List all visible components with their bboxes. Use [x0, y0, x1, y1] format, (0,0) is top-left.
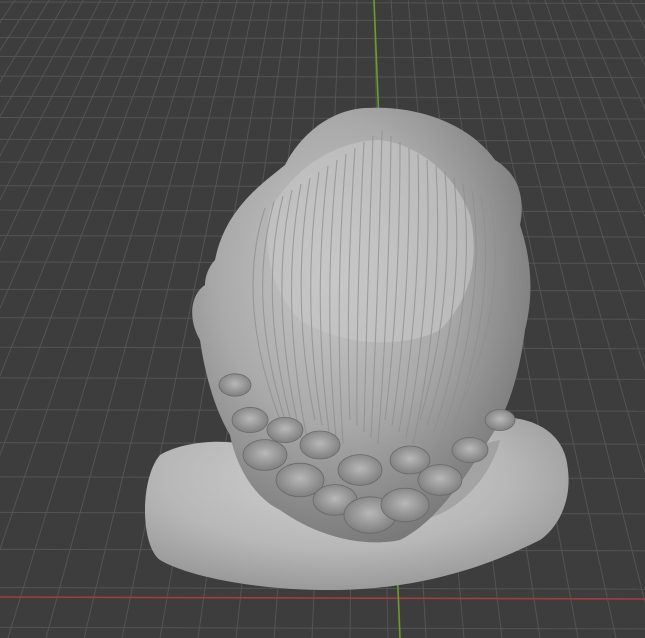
hair-curl	[231, 406, 269, 433]
hair-curl	[451, 436, 489, 463]
grid-line-vertical	[0, 0, 136, 310]
grid-line-vertical	[0, 0, 50, 83]
hair-curl	[380, 487, 430, 523]
grid-line-vertical	[0, 0, 170, 457]
3d-viewport[interactable]	[0, 0, 645, 638]
grid-line-vertical	[0, 0, 33, 52]
grid-line-horizontal	[0, 75, 645, 79]
viewport-canvas[interactable]	[0, 0, 645, 638]
hair-curl	[337, 454, 383, 486]
hair-curl	[299, 430, 341, 460]
grid-line-vertical	[0, 0, 67, 118]
grid-line-vertical	[0, 0, 84, 157]
grid-line-horizontal	[0, 95, 645, 99]
grid-line-horizontal	[0, 19, 645, 22]
hair-curl	[266, 416, 304, 443]
grid-line-horizontal	[0, 56, 645, 59]
grid-line-horizontal	[0, 37, 645, 40]
grid-line-vertical	[0, 0, 118, 252]
grid-line-vertical	[0, 0, 153, 377]
hair-curl	[389, 445, 431, 475]
hair-curl	[218, 373, 252, 397]
grid-line-horizontal	[0, 626, 645, 630]
sculpted-bust-object[interactable]	[145, 107, 569, 590]
x-axis-line	[0, 596, 645, 600]
hair-curl	[242, 439, 288, 471]
grid-line-horizontal	[0, 116, 645, 120]
hair-curl	[484, 409, 516, 431]
